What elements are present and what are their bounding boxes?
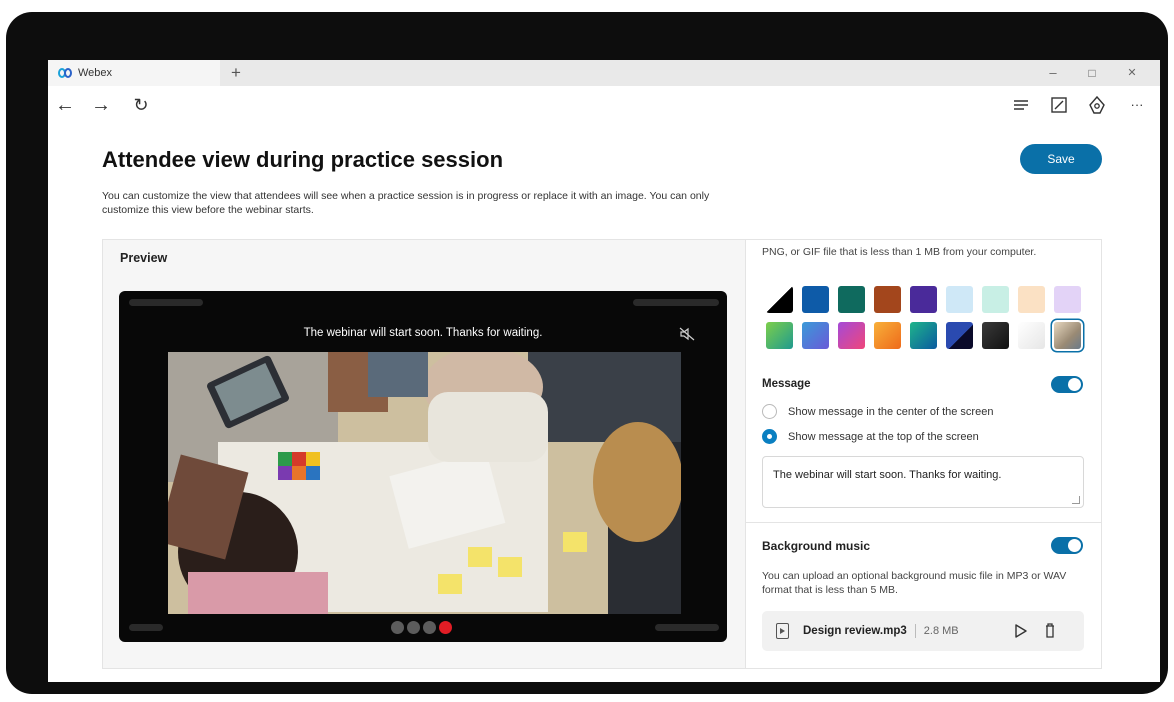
background-swatch-grid [766,286,1081,349]
device-frame: Webex + – □ ✕ ← → ↻ ··· Attendee view du… [6,12,1168,694]
browser-tab[interactable]: Webex [48,60,220,86]
radio-unselected[interactable] [762,404,777,419]
background-music-description: You can upload an optional background mu… [762,570,1067,596]
title-bar: Webex + – □ ✕ [48,60,1160,86]
preview-panel: Preview The webinar will start soon. Tha… [102,239,746,669]
stage-placeholder-bar [633,299,719,306]
more-options-button[interactable]: ··· [1124,92,1150,118]
navigation-bar: ← → ↻ ··· [48,86,1160,126]
minimize-button[interactable]: – [1042,63,1064,83]
share-icon[interactable] [1084,92,1110,118]
message-option-center[interactable]: Show message in the center of the screen [762,404,993,419]
preview-heading: Preview [120,251,168,265]
reading-list-icon[interactable] [1008,92,1034,118]
background-swatch-mint[interactable] [982,286,1009,313]
save-button[interactable]: Save [1020,144,1102,174]
background-music-label: Background music [762,539,871,553]
section-divider [746,522,1102,523]
resize-handle-icon[interactable] [1072,496,1080,504]
mute-icon[interactable] [679,327,695,341]
radio-label: Show message at the top of the screen [788,430,979,443]
stage-placeholder-bar [129,299,203,306]
background-swatch-gradient-blue[interactable] [802,322,829,349]
radio-label: Show message in the center of the screen [788,405,994,418]
message-textarea-value: The webinar will start soon. Thanks for … [773,469,1002,481]
message-toggle[interactable] [1051,376,1083,393]
background-swatch-charcoal[interactable] [982,322,1009,349]
message-textarea[interactable]: The webinar will start soon. Thanks for … [762,456,1084,508]
carousel-dot[interactable] [391,621,404,634]
music-file-name: Design review.mp3 [803,625,907,637]
trash-icon[interactable] [1045,623,1055,639]
radio-selected[interactable] [762,429,777,444]
annotate-icon[interactable] [1046,92,1072,118]
background-swatch-gradient-orange[interactable] [874,322,901,349]
settings-panel: PNG, or GIF file that is less than 1 MB … [746,239,1102,669]
stage-message: The webinar will start soon. Thanks for … [303,327,543,339]
background-swatch-blue[interactable] [802,286,829,313]
back-button[interactable]: ← [52,92,78,118]
carousel-dot-active[interactable] [439,621,452,634]
background-swatch-light-gray[interactable] [1018,322,1045,349]
preview-background-photo [168,352,681,614]
stage-placeholder-bar [129,624,163,631]
music-file-size: 2.8 MB [923,625,959,637]
file-separator [914,624,916,638]
carousel-dot[interactable] [423,621,436,634]
background-swatch-black-white-split[interactable] [766,286,793,313]
background-swatch-rust[interactable] [874,286,901,313]
background-swatch-teal[interactable] [838,286,865,313]
new-tab-button[interactable]: + [226,62,246,84]
close-button[interactable]: ✕ [1121,63,1143,83]
background-swatch-navy-split[interactable] [946,322,973,349]
background-swatch-light-blue[interactable] [946,286,973,313]
message-option-top[interactable]: Show message at the top of the screen [762,429,979,444]
background-swatch-lavender[interactable] [1054,286,1081,313]
forward-button[interactable]: → [88,92,114,118]
carousel-dots [391,621,452,634]
tab-title: Webex [78,67,113,79]
play-icon[interactable] [1014,623,1028,639]
background-swatch-gradient-pink[interactable] [838,322,865,349]
music-file-row: Design review.mp3 2.8 MB [762,611,1084,651]
preview-stage: The webinar will start soon. Thanks for … [119,291,727,642]
background-swatch-gradient-teal[interactable] [910,322,937,349]
background-music-toggle[interactable] [1051,537,1083,554]
background-description: PNG, or GIF file that is less than 1 MB … [762,246,1037,258]
maximize-button[interactable]: □ [1081,63,1103,83]
audio-file-icon [776,623,789,639]
browser-window: Webex + – □ ✕ ← → ↻ ··· Attendee view du… [48,60,1160,682]
background-swatch-peach[interactable] [1018,286,1045,313]
background-swatch-photo[interactable] [1054,322,1081,349]
stage-placeholder-bar [655,624,719,631]
message-label: Message [762,378,811,390]
page-description: You can customize the view that attendee… [102,190,710,216]
page-title: Attendee view during practice session [102,147,504,172]
background-swatch-gradient-green[interactable] [766,322,793,349]
carousel-dot[interactable] [407,621,420,634]
background-swatch-purple[interactable] [910,286,937,313]
webex-logo-icon [58,68,72,78]
refresh-button[interactable]: ↻ [128,92,154,118]
